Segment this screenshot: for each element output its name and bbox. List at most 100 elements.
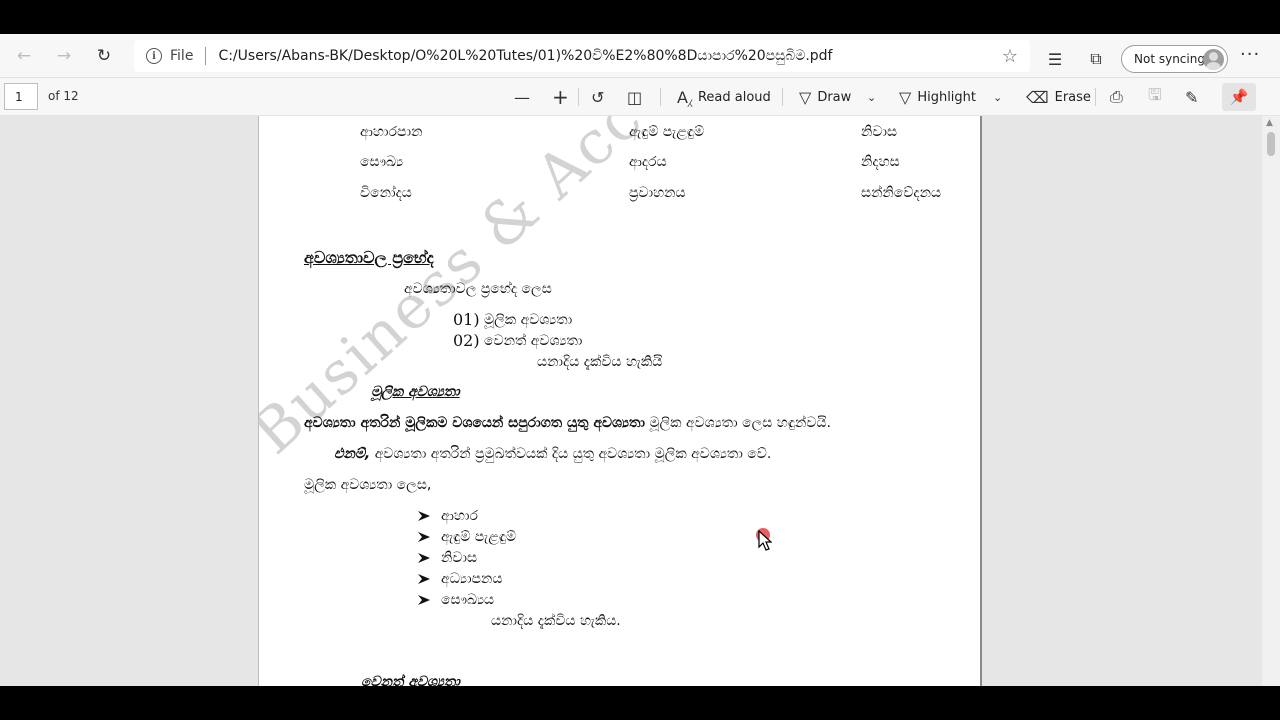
list-item-label: අධ්‍යාපනය: [441, 571, 503, 587]
save-as-icon: ✎: [1185, 87, 1199, 107]
arrow-right-icon: →: [56, 45, 72, 66]
forward-button[interactable]: →: [44, 38, 84, 74]
save-button[interactable]: 🖫: [1148, 82, 1168, 112]
table-cell: විනෝදය: [360, 185, 412, 201]
toolbar-separator: [1095, 88, 1096, 106]
draw-options-dropdown[interactable]: ⌄: [867, 82, 876, 112]
list-item-label: ආහාර: [441, 508, 478, 524]
file-scheme-label: File: [170, 48, 194, 64]
paragraph: අවශ්‍යතාවල ප්‍රභේද ලෙස: [404, 281, 552, 297]
rotate-icon: ↺: [591, 87, 605, 107]
list-item: ඇඳුම් පැළඳුම්: [417, 529, 516, 545]
pdf-toolbar: 1 of 12 — + ↺ ◫ A⁁ Read aloud ▽ Draw ⌄ ▽ Hi…: [0, 78, 1280, 116]
list-item: නිවාස: [417, 550, 477, 566]
list-item: සෞඛ්‍යය: [417, 592, 494, 608]
table-cell: ආහාරපාන: [360, 124, 423, 140]
profile-sync-button[interactable]: Not syncing: [1121, 45, 1228, 73]
list-item: අධ්‍යාපනය: [417, 571, 502, 587]
section-heading: වෙනත් අවශ්‍යතා: [361, 674, 460, 686]
pdf-page: Business & Accounting Studies ආහාරපාන ඇඳ…: [258, 116, 982, 686]
more-menu-icon[interactable]: ···: [1240, 44, 1260, 65]
arrow-bullet-icon: [418, 595, 430, 605]
zoom-out-button[interactable]: —: [514, 82, 536, 112]
section-heading: අවශ්‍යතාවල ප්‍රභේද: [304, 248, 434, 267]
list-item: ආහාර: [417, 508, 478, 524]
arrow-bullet-icon: [418, 574, 430, 584]
page-number-input[interactable]: 1: [4, 83, 38, 110]
save-icon: 🖫: [1148, 84, 1162, 104]
list-item-label: ඇඳුම් පැළඳුම්: [441, 529, 517, 545]
omnibox-separator: [205, 47, 207, 65]
table-cell: ප්‍රවාහනය: [629, 185, 686, 201]
paragraph: එනම්, අවශ්‍යතා අතරින් ප්‍රමුඛත්වයක් දිය …: [334, 446, 771, 462]
section-heading: මූලික අවශ්‍යතා: [371, 384, 460, 400]
scrollbar-thumb[interactable]: [1267, 132, 1275, 156]
list-item: මූලික අවශ්‍යතා: [484, 312, 573, 328]
table-cell: සෞඛ්‍ය: [360, 154, 404, 170]
arrow-bullet-icon: [418, 553, 430, 563]
list-number: 01): [453, 310, 480, 329]
list-number: 02): [453, 331, 480, 350]
draw-button[interactable]: ▽ Draw: [799, 82, 851, 112]
collections-icon[interactable]: ⧉: [1081, 44, 1111, 74]
eraser-icon: ⌫: [1026, 87, 1049, 107]
chevron-down-icon: ⌄: [867, 90, 877, 104]
save-as-button[interactable]: ✎: [1185, 82, 1204, 112]
highlight-button[interactable]: ▽ Highlight: [899, 82, 976, 112]
paragraph-text: අවශ්‍යතා අතරින් ප්‍රමුඛත්වයක් දිය යුතු අ…: [374, 446, 772, 462]
url-text[interactable]: C:/Users/Abans-BK/Desktop/O%20L%20Tutes/…: [218, 48, 832, 64]
erase-button[interactable]: ⌫ Erase: [1026, 82, 1091, 112]
toolbar-separator: [660, 88, 661, 106]
favorite-star-icon[interactable]: ☆: [1002, 46, 1018, 67]
read-aloud-icon: A⁁: [677, 87, 692, 107]
printer-icon: ⎙: [1110, 87, 1123, 106]
arrow-left-icon: ←: [16, 45, 32, 66]
table-cell: නිදහස: [861, 154, 900, 170]
favorites-icon[interactable]: ☰: [1040, 44, 1070, 74]
url-field[interactable]: i File C:/Users/Abans-BK/Desktop/O%20L%2…: [134, 40, 1030, 72]
screen-top-border: [0, 0, 1280, 34]
print-button[interactable]: ⎙: [1110, 82, 1129, 112]
draw-icon: ▽: [799, 87, 812, 107]
scroll-up-icon[interactable]: ▲: [1266, 118, 1273, 128]
minus-icon: —: [514, 87, 530, 107]
pin-icon: 📌: [1229, 88, 1249, 106]
paragraph: යනාදිය දැක්විය හැකියි: [537, 354, 663, 370]
page-count-label: of 12: [48, 89, 79, 103]
arrow-bullet-icon: [418, 532, 430, 542]
pin-toolbar-button[interactable]: 📌: [1222, 83, 1256, 111]
paragraph: යනාදිය දැක්විය හැකිය.: [491, 613, 621, 629]
table-cell: ආදරය: [629, 154, 667, 170]
avatar: [1203, 49, 1224, 70]
paragraph: මූලික අවශ්‍යතා ලෙස,: [304, 477, 432, 493]
highlight-icon: ▽: [899, 87, 912, 107]
fit-page-button[interactable]: ◫: [627, 82, 648, 112]
back-button[interactable]: ←: [4, 38, 44, 74]
toolbar-separator: [578, 88, 579, 106]
arrow-bullet-icon: [418, 511, 430, 521]
info-icon[interactable]: i: [146, 48, 162, 64]
table-cell: ඇඳුම් පැළඳුම්: [629, 124, 705, 140]
chevron-down-icon: ⌄: [993, 90, 1003, 104]
refresh-icon: ↻: [96, 45, 112, 66]
sync-status-label: Not syncing: [1134, 52, 1205, 66]
plus-icon: +: [552, 85, 569, 109]
highlight-options-dropdown[interactable]: ⌄: [993, 82, 1002, 112]
definition-term: අවශ්‍යතා අතරින් මූලිකම වශයෙන් සපුරාගත යු…: [304, 415, 645, 431]
read-aloud-button[interactable]: A⁁ Read aloud: [677, 82, 771, 112]
screen-bottom-border: [0, 686, 1280, 720]
toolbar-separator: [782, 88, 783, 106]
zoom-in-button[interactable]: +: [552, 82, 575, 112]
vertical-scrollbar[interactable]: ▲: [1262, 116, 1280, 686]
list-item-label: සෞඛ්‍යය: [441, 592, 495, 608]
draw-label: Draw: [817, 89, 852, 105]
table-cell: නිවාස: [861, 124, 898, 140]
rotate-button[interactable]: ↺: [591, 82, 610, 112]
erase-label: Erase: [1054, 89, 1091, 105]
mouse-cursor-icon: [758, 530, 772, 551]
pdf-viewer[interactable]: Business & Accounting Studies ආහාරපාන ඇඳ…: [0, 116, 1262, 686]
paragraph-lead: එනම්,: [334, 446, 371, 462]
refresh-button[interactable]: ↻: [84, 38, 124, 74]
list-item-label: නිවාස: [441, 550, 478, 566]
list-item: වෙනත් අවශ්‍යතා: [484, 333, 583, 349]
